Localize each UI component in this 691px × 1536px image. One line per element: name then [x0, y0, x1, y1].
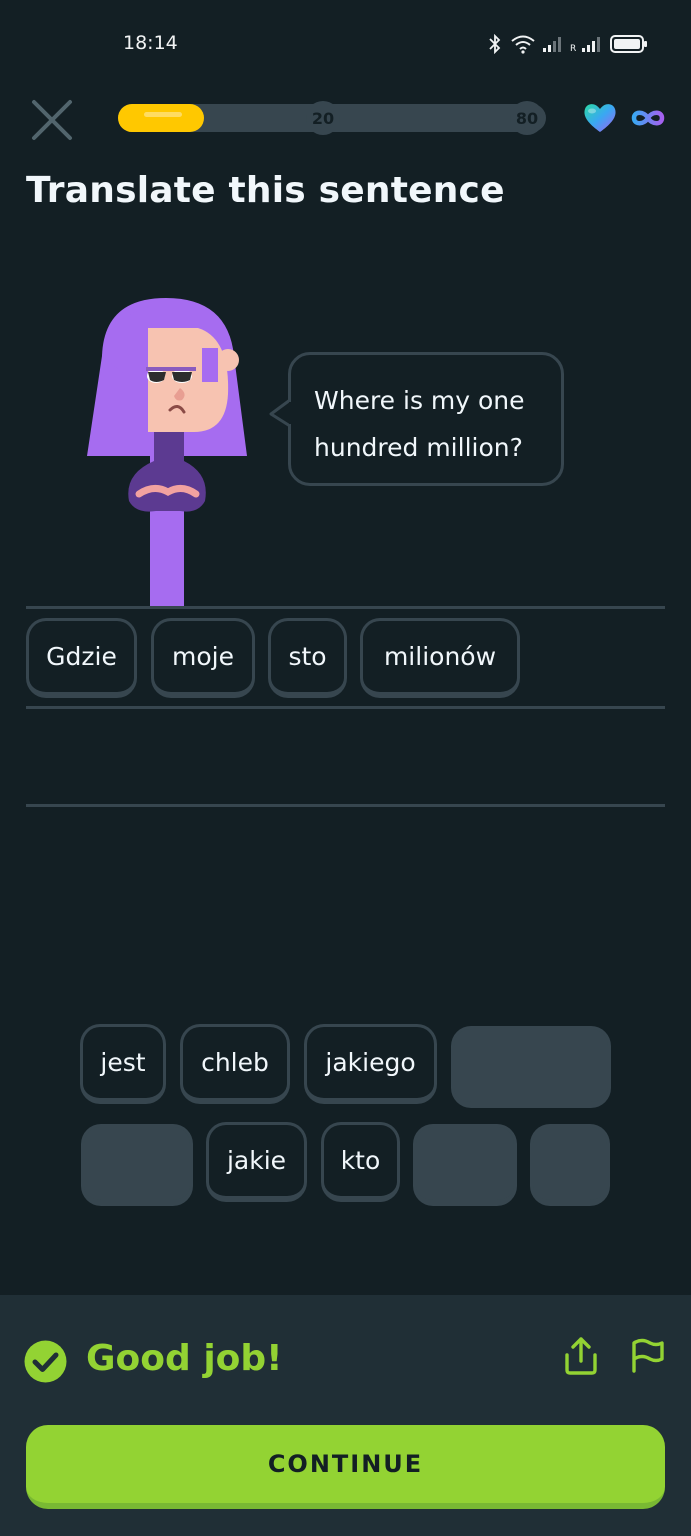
signal-roaming-icon: R [570, 37, 600, 53]
status-icons: R [486, 33, 648, 55]
word-bank-placeholder [530, 1124, 610, 1206]
flag-icon[interactable] [628, 1335, 666, 1375]
result-message: Good job! [86, 1338, 283, 1379]
word-bank-tile[interactable]: jakiego [304, 1024, 437, 1104]
close-icon [32, 100, 72, 140]
check-circle-icon [24, 1340, 67, 1383]
character-lily [84, 296, 254, 608]
progress-fill [118, 104, 204, 132]
word-bank-placeholder [413, 1124, 517, 1206]
speech-bubble-tail [269, 398, 294, 428]
close-button[interactable] [30, 98, 74, 142]
answer-tile[interactable]: sto [268, 618, 347, 698]
word-bank-tile[interactable]: jakie [206, 1122, 307, 1202]
share-icon[interactable] [562, 1335, 600, 1375]
battery-icon [610, 35, 647, 53]
answer-line [26, 706, 665, 709]
word-bank-tile[interactable]: kto [321, 1122, 400, 1202]
continue-button[interactable]: CONTINUE [26, 1425, 665, 1509]
speech-text: Where is my one hundred million? [314, 386, 525, 462]
answer-line [26, 606, 665, 609]
answer-line [26, 804, 665, 807]
word-bank-placeholder [81, 1124, 193, 1206]
infinity-icon [630, 105, 666, 131]
wifi-icon [511, 35, 535, 54]
page-title: Translate this sentence [26, 170, 505, 211]
roaming-label: R [570, 44, 576, 53]
heart-icon[interactable] [582, 102, 618, 134]
word-bank-placeholder [451, 1026, 611, 1108]
word-bank-tile[interactable]: chleb [180, 1024, 290, 1104]
status-time: 18:14 [123, 32, 178, 54]
signal-icon [543, 37, 561, 52]
milestone-80: 80 [510, 101, 544, 135]
answer-tile[interactable]: Gdzie [26, 618, 137, 698]
answer-tile[interactable]: moje [151, 618, 255, 698]
milestone-20: 20 [306, 101, 340, 135]
answer-tile[interactable]: milionów [360, 618, 520, 698]
bluetooth-icon [489, 34, 501, 54]
word-bank-tile[interactable]: jest [80, 1024, 166, 1104]
